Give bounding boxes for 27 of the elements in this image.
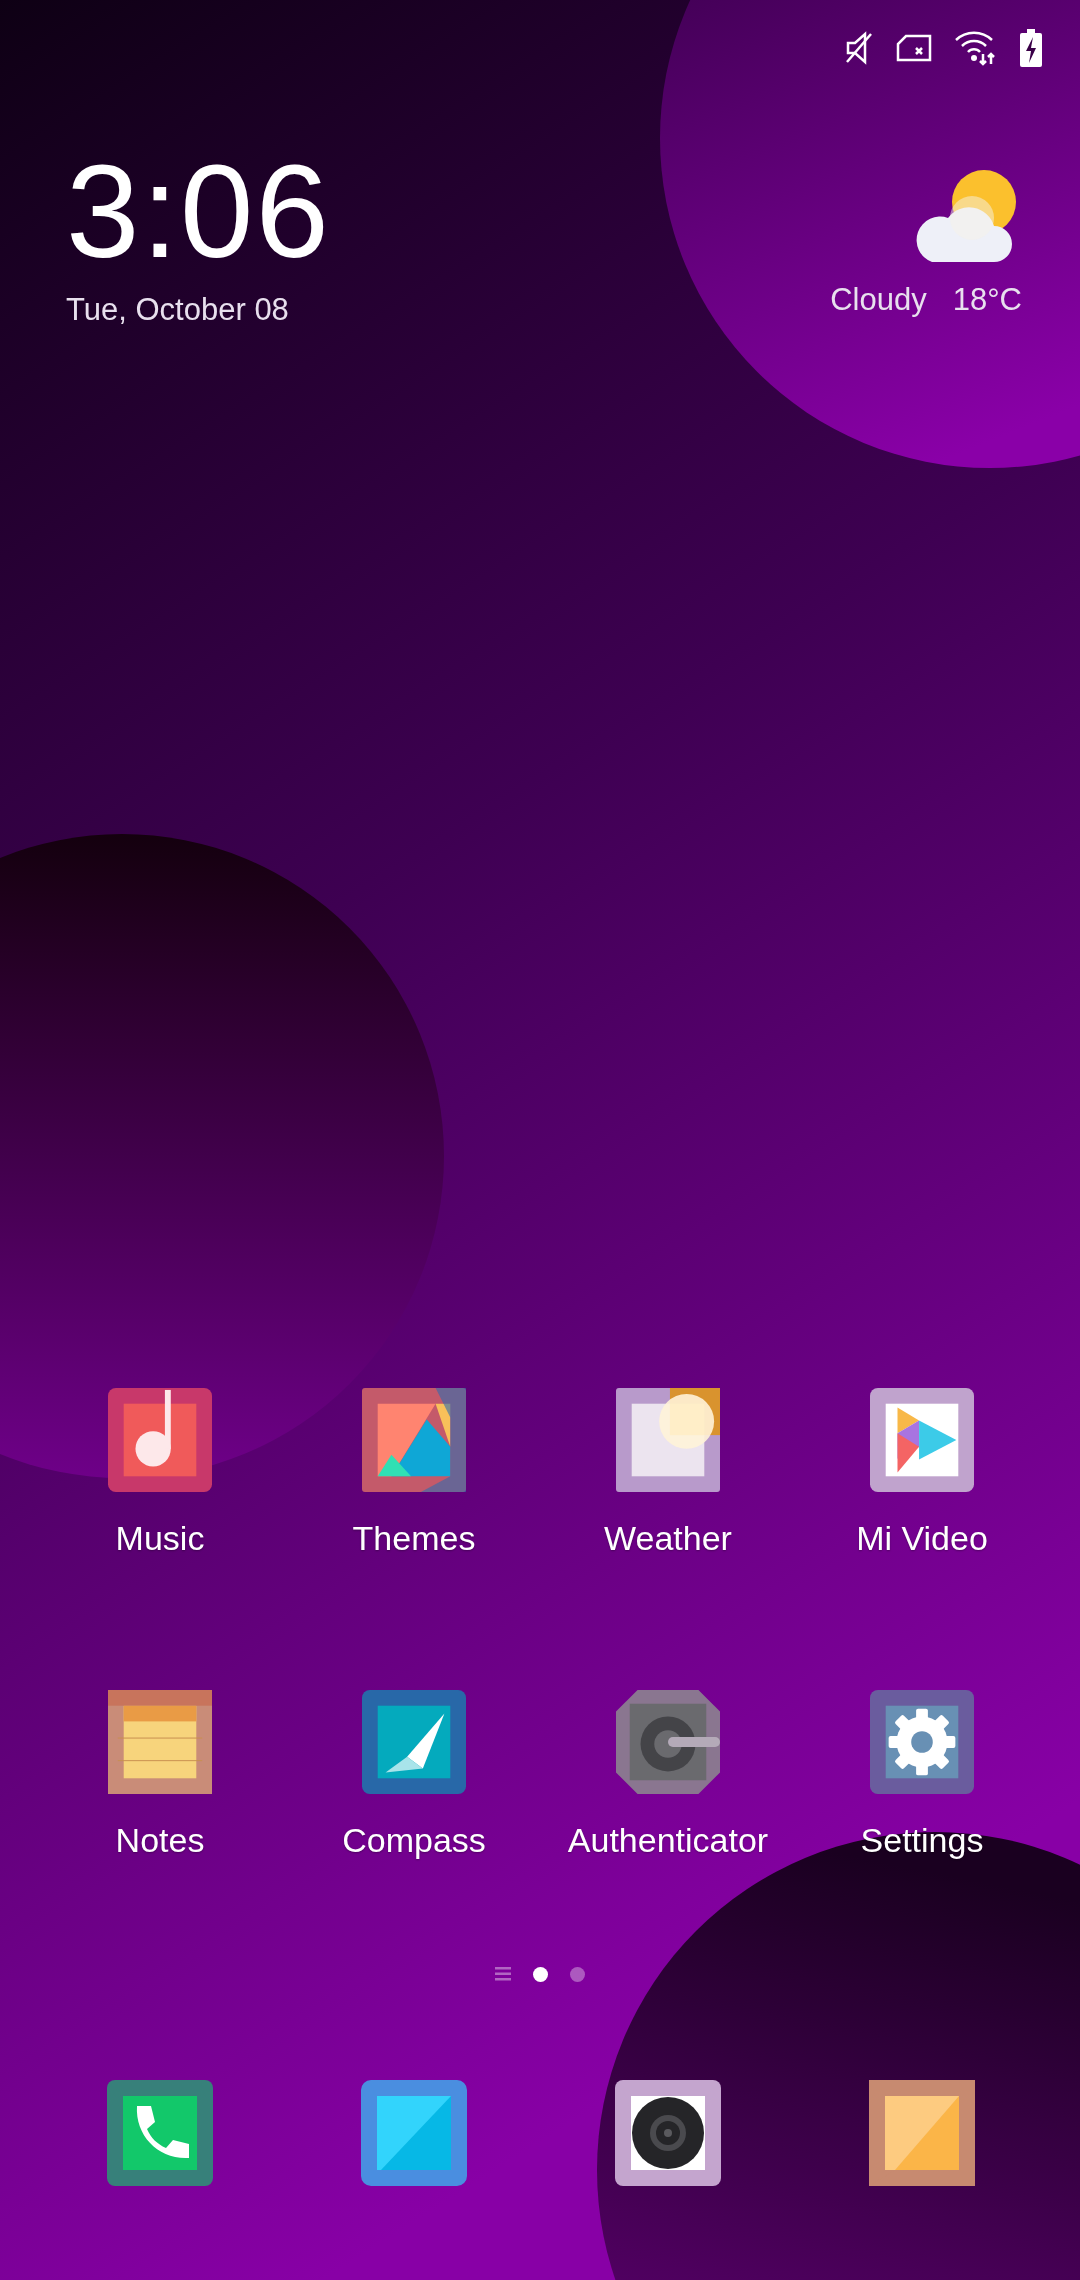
music-note-icon[interactable] (107, 1388, 213, 1492)
app-label[interactable]: Themes (352, 1518, 476, 1558)
app-label[interactable]: Mi Video (856, 1518, 988, 1558)
app-label[interactable]: Weather (604, 1518, 732, 1558)
weather-temperature: 18°C (952, 282, 1022, 318)
app-label[interactable]: Settings (860, 1820, 984, 1860)
palette-icon[interactable] (361, 1388, 467, 1492)
camera-icon[interactable] (615, 2080, 721, 2186)
sim-card-icon (896, 34, 932, 62)
clock-date: Tue, October 08 (66, 292, 290, 328)
phone-icon[interactable] (107, 2080, 213, 2186)
battery-charging-icon (1020, 29, 1042, 67)
weather-app-icon[interactable] (615, 1388, 721, 1492)
muted-speaker-icon (844, 31, 874, 65)
play-icon[interactable] (869, 1388, 975, 1492)
app-label[interactable]: Music (115, 1518, 205, 1558)
app-label[interactable]: Authenticator (567, 1820, 769, 1860)
authenticator-icon[interactable] (615, 1690, 721, 1794)
compass-icon[interactable] (361, 1690, 467, 1794)
clock-time[interactable]: 3:06 (66, 146, 331, 278)
menu-icon[interactable] (495, 1967, 511, 1981)
page-dot[interactable] (570, 1966, 585, 1982)
app-label[interactable]: Notes (115, 1820, 205, 1860)
notepad-icon[interactable] (107, 1690, 213, 1794)
app-label[interactable]: Compass (342, 1820, 486, 1860)
weather-condition: Cloudy (830, 282, 927, 318)
settings-icon[interactable] (869, 1690, 975, 1794)
